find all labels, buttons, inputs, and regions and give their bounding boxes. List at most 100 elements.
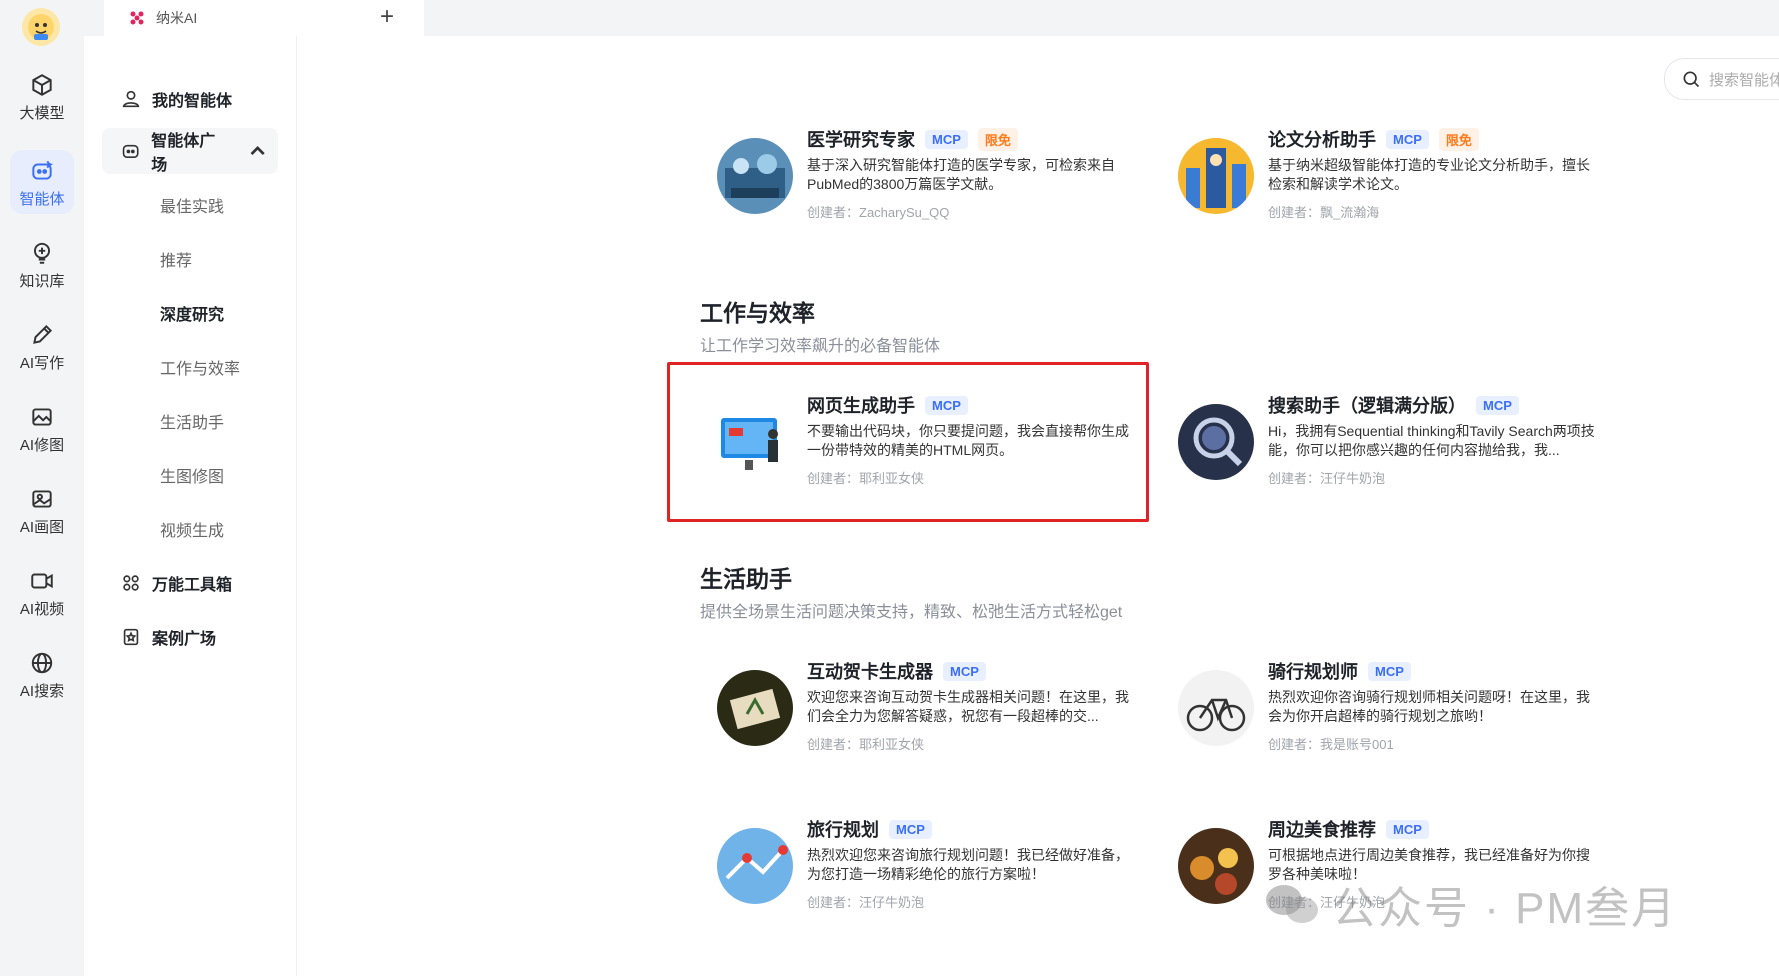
cube-icon	[32, 74, 52, 96]
avatar[interactable]	[22, 8, 60, 46]
agent-creator: 创建者：我是账号001	[1268, 737, 1394, 752]
watermark: 公众号 · PM叁月	[1262, 872, 1677, 936]
mascot-icon	[28, 14, 54, 40]
agent-creator: 创建者：ZacharySu_QQ	[807, 205, 950, 220]
paper-analysis-image	[1178, 138, 1254, 214]
sidebar-agent-plaza[interactable]: 智能体广场	[102, 128, 278, 174]
food-image	[1178, 828, 1254, 904]
agent-thumb	[1178, 828, 1254, 904]
agent-desc: 欢迎您来咨询互动贺卡生成器相关问题！在这里，我们会全力为您解答疑惑，祝您有一段超…	[807, 689, 1129, 724]
agent-desc: 热烈欢迎你咨询骑行规划师相关问题呀！在这里，我会为你开启超棒的骑行规划之旅哟！	[1268, 689, 1590, 724]
rail-item-knowledge[interactable]: 知识库	[0, 240, 84, 291]
rail-item-painting[interactable]: AI画图	[0, 486, 84, 537]
free-badge: 限免	[977, 127, 1018, 151]
mcp-badge: MCP	[925, 395, 968, 415]
image-sparkle-icon	[32, 490, 52, 508]
agent-thumb	[717, 670, 793, 746]
sidebar-sub-recommend[interactable]: 推荐	[102, 236, 278, 282]
star-doc-icon	[123, 628, 139, 646]
left-rail: 大模型 智能体 知识库 AI写作 AI修图 AI画图 AI视频 AI搜索	[0, 0, 84, 976]
rail-item-video[interactable]: AI视频	[0, 568, 84, 619]
sidebar-toolbox[interactable]: 万能工具箱	[102, 560, 278, 606]
agent-thumb	[717, 404, 793, 480]
section-subtitle-life: 提供全场景生活问题决策支持，精致、松弛生活方式轻松get	[700, 604, 1123, 621]
sidebar-sub-image[interactable]: 生图修图	[102, 452, 278, 498]
section-subtitle-work: 让工作学习效率飙升的必备智能体	[700, 338, 941, 355]
secondary-sidebar: 我的智能体 智能体广场 最佳实践 推荐 深度研究 工作与效率 生活助手 生图修图…	[84, 36, 297, 976]
agent-card-paper[interactable]: 论文分析助手 MCP 限免 基于纳米超级智能体打造的专业论文分析助手，擅长检索和解读…	[1161, 126, 1631, 256]
mcp-badge: MCP	[943, 661, 986, 681]
agent-card-medical[interactable]: 医学研究专家 MCP 限免 基于深入研究智能体打造的医学专家，可检索来自PubMed…	[700, 126, 1170, 256]
tab-nami[interactable]: 纳米AI +	[104, 0, 424, 36]
sidebar-sub-deep-research[interactable]: 深度研究	[102, 290, 278, 336]
medical-lab-image	[717, 138, 793, 214]
mcp-badge: MCP	[1368, 661, 1411, 681]
sidebar-my-agents[interactable]: 我的智能体	[102, 76, 278, 122]
agent-thumb	[1178, 670, 1254, 746]
search-icon	[1683, 71, 1700, 88]
pen-icon	[33, 324, 53, 344]
free-badge: 限免	[1438, 127, 1479, 151]
agent-name: 互动贺卡生成器	[807, 662, 933, 682]
tab-title: 纳米AI	[156, 10, 198, 26]
agent-name: 搜索助手（逻辑满分版）	[1268, 396, 1466, 416]
agent-name: 医学研究专家	[807, 130, 915, 150]
mcp-badge: MCP	[925, 129, 968, 149]
mcp-badge: MCP	[1386, 129, 1429, 149]
travel-map-image	[717, 828, 793, 904]
sidebar-cases[interactable]: 案例广场	[102, 614, 278, 660]
rail-item-models[interactable]: 大模型	[0, 72, 84, 123]
agent-thumb	[717, 138, 793, 214]
bicycle-image	[1178, 670, 1254, 746]
search-input[interactable]: 搜索智能体	[1664, 58, 1779, 100]
video-icon	[31, 573, 53, 589]
sidebar-sub-work[interactable]: 工作与效率	[102, 344, 278, 390]
mcp-badge: MCP	[889, 819, 932, 839]
agent-desc: Hi，我拥有Sequential thinking和Tavily Search两…	[1268, 423, 1595, 458]
mcp-badge: MCP	[1476, 395, 1519, 415]
agent-desc: 基于纳米超级智能体打造的专业论文分析助手，擅长检索和解读学术论文。	[1268, 157, 1590, 192]
rail-item-agents[interactable]: 智能体	[0, 150, 84, 214]
sidebar-sub-best-practice[interactable]: 最佳实践	[102, 182, 278, 228]
agent-name: 骑行规划师	[1268, 662, 1358, 682]
agent-thumb	[1178, 138, 1254, 214]
chevron-up-icon[interactable]	[247, 140, 268, 162]
search-assistant-image	[1178, 404, 1254, 480]
section-title-work: 工作与效率	[700, 300, 815, 326]
agent-name: 论文分析助手	[1268, 130, 1376, 150]
nami-logo-icon	[130, 11, 144, 25]
agent-card-greeting[interactable]: 互动贺卡生成器 MCP 欢迎您来咨询互动贺卡生成器相关问题！在这里，我们会全力为您…	[700, 658, 1170, 788]
agent-name: 网页生成助手	[807, 396, 915, 416]
agent-card-cycling[interactable]: 骑行规划师 MCP 热烈欢迎你咨询骑行规划师相关问题呀！在这里，我会为你开启超棒的…	[1161, 658, 1631, 788]
greeting-card-image	[717, 670, 793, 746]
agent-desc: 热烈欢迎您来咨询旅行规划问题！我已经做好准备，为您打造一场精彩绝伦的旅行方案啦！	[807, 847, 1129, 882]
bulb-icon	[33, 242, 51, 264]
watermark-text: 公众号 · PM叁月	[1332, 884, 1678, 933]
agent-icon	[32, 160, 53, 180]
globe-icon	[31, 652, 53, 674]
agent-creator: 创建者：汪仔牛奶泡	[1268, 471, 1386, 486]
agent-desc: 不要输出代码块，你只要提问题，我会直接帮你生成一份带特效的精美的HTML网页。	[807, 423, 1129, 458]
agent-card-webpage[interactable]: 网页生成助手 MCP 不要输出代码块，你只要提问题，我会直接帮你生成一份带特效的精…	[700, 392, 1170, 522]
sidebar-sub-life[interactable]: 生活助手	[102, 398, 278, 444]
wechat-icon	[1266, 885, 1318, 923]
section-title-life: 生活助手	[700, 566, 792, 592]
sidebar-sub-video[interactable]: 视频生成	[102, 506, 278, 552]
agent-creator: 创建者：耶利亚女侠	[807, 737, 925, 752]
new-tab-button[interactable]: +	[372, 2, 402, 32]
search-placeholder: 搜索智能体	[1709, 71, 1779, 89]
agent-name: 周边美食推荐	[1268, 820, 1376, 840]
rail-item-retouch[interactable]: AI修图	[0, 404, 84, 455]
rail-item-search[interactable]: AI搜索	[0, 650, 84, 701]
agent-creator: 创建者：耶利亚女侠	[807, 471, 925, 486]
agent-name: 旅行规划	[807, 820, 879, 840]
agent-creator: 创建者：汪仔牛奶泡	[807, 895, 925, 910]
mcp-badge: MCP	[1386, 819, 1429, 839]
agent-thumb	[1178, 404, 1254, 480]
image-edit-icon	[32, 408, 52, 426]
agent-card-travel[interactable]: 旅行规划 MCP 热烈欢迎您来咨询旅行规划问题！我已经做好准备，为您打造一场精彩绝…	[700, 816, 1170, 946]
user-icon	[122, 90, 140, 108]
agent-desc: 基于深入研究智能体打造的医学专家，可检索来自PubMed的3800万篇医学文献。	[807, 157, 1115, 192]
agent-card-search-assistant[interactable]: 搜索助手（逻辑满分版） MCP Hi，我拥有Sequential thinking…	[1161, 392, 1631, 522]
rail-item-writing[interactable]: AI写作	[0, 322, 84, 373]
